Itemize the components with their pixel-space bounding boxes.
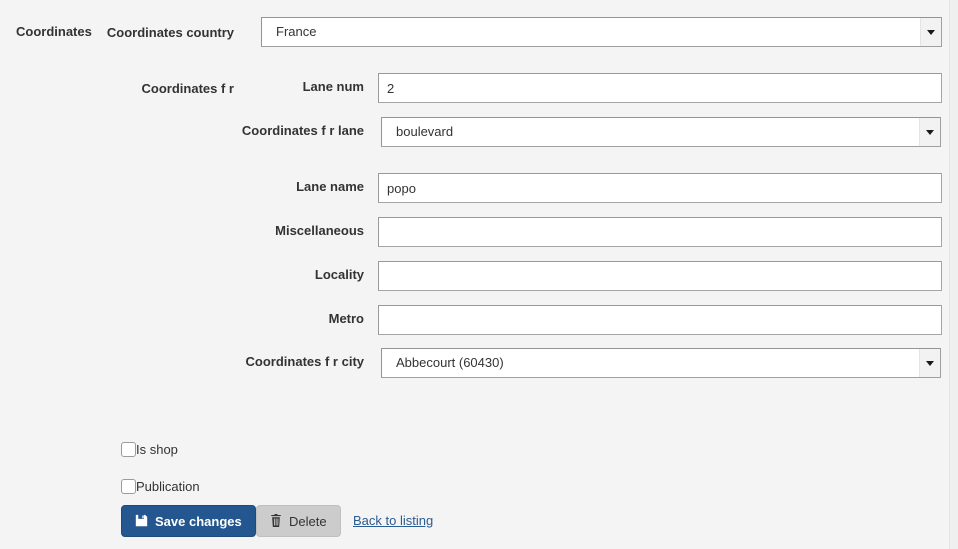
is-shop-checkbox-row[interactable]: Is shop <box>121 439 178 459</box>
row-locality: Locality <box>0 261 958 291</box>
publication-checkbox-row[interactable]: Publication <box>121 476 200 496</box>
row-country: France <box>0 17 958 47</box>
save-changes-label: Save changes <box>155 513 242 529</box>
city-select[interactable]: Abbecourt (60430) <box>381 348 941 378</box>
lane-type-label: Coordinates f r lane <box>241 123 364 138</box>
country-select-value: France <box>276 24 317 39</box>
lane-name-input[interactable] <box>378 173 942 203</box>
delete-label: Delete <box>289 513 327 529</box>
lane-num-label: Lane num <box>302 79 364 94</box>
is-shop-checkbox[interactable] <box>121 441 136 457</box>
lane-type-select-value: boulevard <box>396 124 454 139</box>
miscellaneous-label: Miscellaneous <box>275 223 364 238</box>
chevron-down-icon <box>926 130 934 135</box>
coordinates-form-page: Coordinates Coordinates country Coordina… <box>0 0 958 549</box>
trash-icon <box>270 513 282 529</box>
publication-label: Publication <box>136 478 200 494</box>
save-floppy-icon <box>135 514 148 529</box>
locality-label: Locality <box>314 267 364 282</box>
chevron-down-icon <box>926 361 934 366</box>
publication-checkbox[interactable] <box>121 478 136 494</box>
lane-type-select[interactable]: boulevard <box>381 117 941 147</box>
is-shop-label: Is shop <box>136 441 178 457</box>
back-to-listing-link[interactable]: Back to listing <box>353 513 433 528</box>
lane-num-input[interactable] <box>378 73 942 103</box>
row-city: Coordinates f r city Abbecourt (60430) <box>0 348 958 378</box>
country-select-arrow-zone[interactable] <box>920 18 941 46</box>
metro-input[interactable] <box>378 305 942 335</box>
row-lane-num: Lane num <box>0 73 958 103</box>
row-lane-type: Coordinates f r lane boulevard <box>0 117 958 147</box>
save-changes-button[interactable]: Save changes <box>121 505 256 537</box>
row-miscellaneous: Miscellaneous <box>0 217 958 247</box>
miscellaneous-input[interactable] <box>378 217 942 247</box>
delete-button[interactable]: Delete <box>256 505 341 537</box>
country-select[interactable]: France <box>261 17 942 47</box>
city-select-arrow-zone[interactable] <box>919 349 940 377</box>
city-select-value: Abbecourt (60430) <box>396 355 504 370</box>
locality-input[interactable] <box>378 261 942 291</box>
row-lane-name: Lane name <box>0 173 958 203</box>
row-metro: Metro <box>0 305 958 335</box>
chevron-down-icon <box>927 30 935 35</box>
lane-type-select-arrow-zone[interactable] <box>919 118 940 146</box>
city-label: Coordinates f r city <box>245 354 364 369</box>
metro-label: Metro <box>328 311 364 326</box>
lane-name-label: Lane name <box>296 179 364 194</box>
